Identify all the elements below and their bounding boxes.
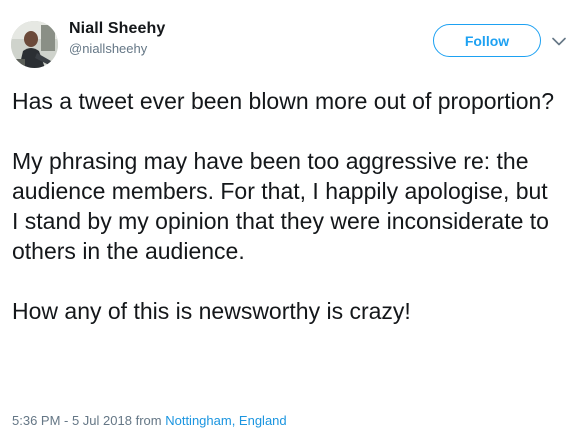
tweet-paragraph: My phrasing may have been too aggressive…	[12, 148, 549, 264]
tweet-paragraph: Has a tweet ever been blown more out of …	[12, 88, 555, 114]
from-label: from	[135, 413, 162, 428]
tweet-location-link[interactable]: Nottingham, England	[165, 413, 286, 428]
tweet-header: Niall Sheehy @niallsheehy Follow	[11, 17, 566, 69]
tweet-timestamp[interactable]: 5:36 PM - 5 Jul 2018	[12, 413, 132, 428]
more-options-button[interactable]	[549, 31, 569, 51]
follow-button[interactable]: Follow	[433, 24, 541, 57]
tweet-card: Niall Sheehy @niallsheehy Follow Has a t…	[0, 0, 572, 438]
tweet-paragraph: How any of this is newsworthy is crazy!	[12, 298, 411, 324]
author-display-name[interactable]: Niall Sheehy	[69, 19, 165, 39]
avatar[interactable]	[11, 21, 58, 68]
tweet-text: Has a tweet ever been blown more out of …	[12, 86, 557, 326]
tweet-metadata: 5:36 PM - 5 Jul 2018 from Nottingham, En…	[12, 412, 287, 430]
user-photo-avatar-icon	[11, 21, 58, 68]
chevron-down-icon	[552, 37, 566, 45]
author-names: Niall Sheehy @niallsheehy	[69, 19, 165, 58]
author-handle[interactable]: @niallsheehy	[69, 40, 165, 58]
